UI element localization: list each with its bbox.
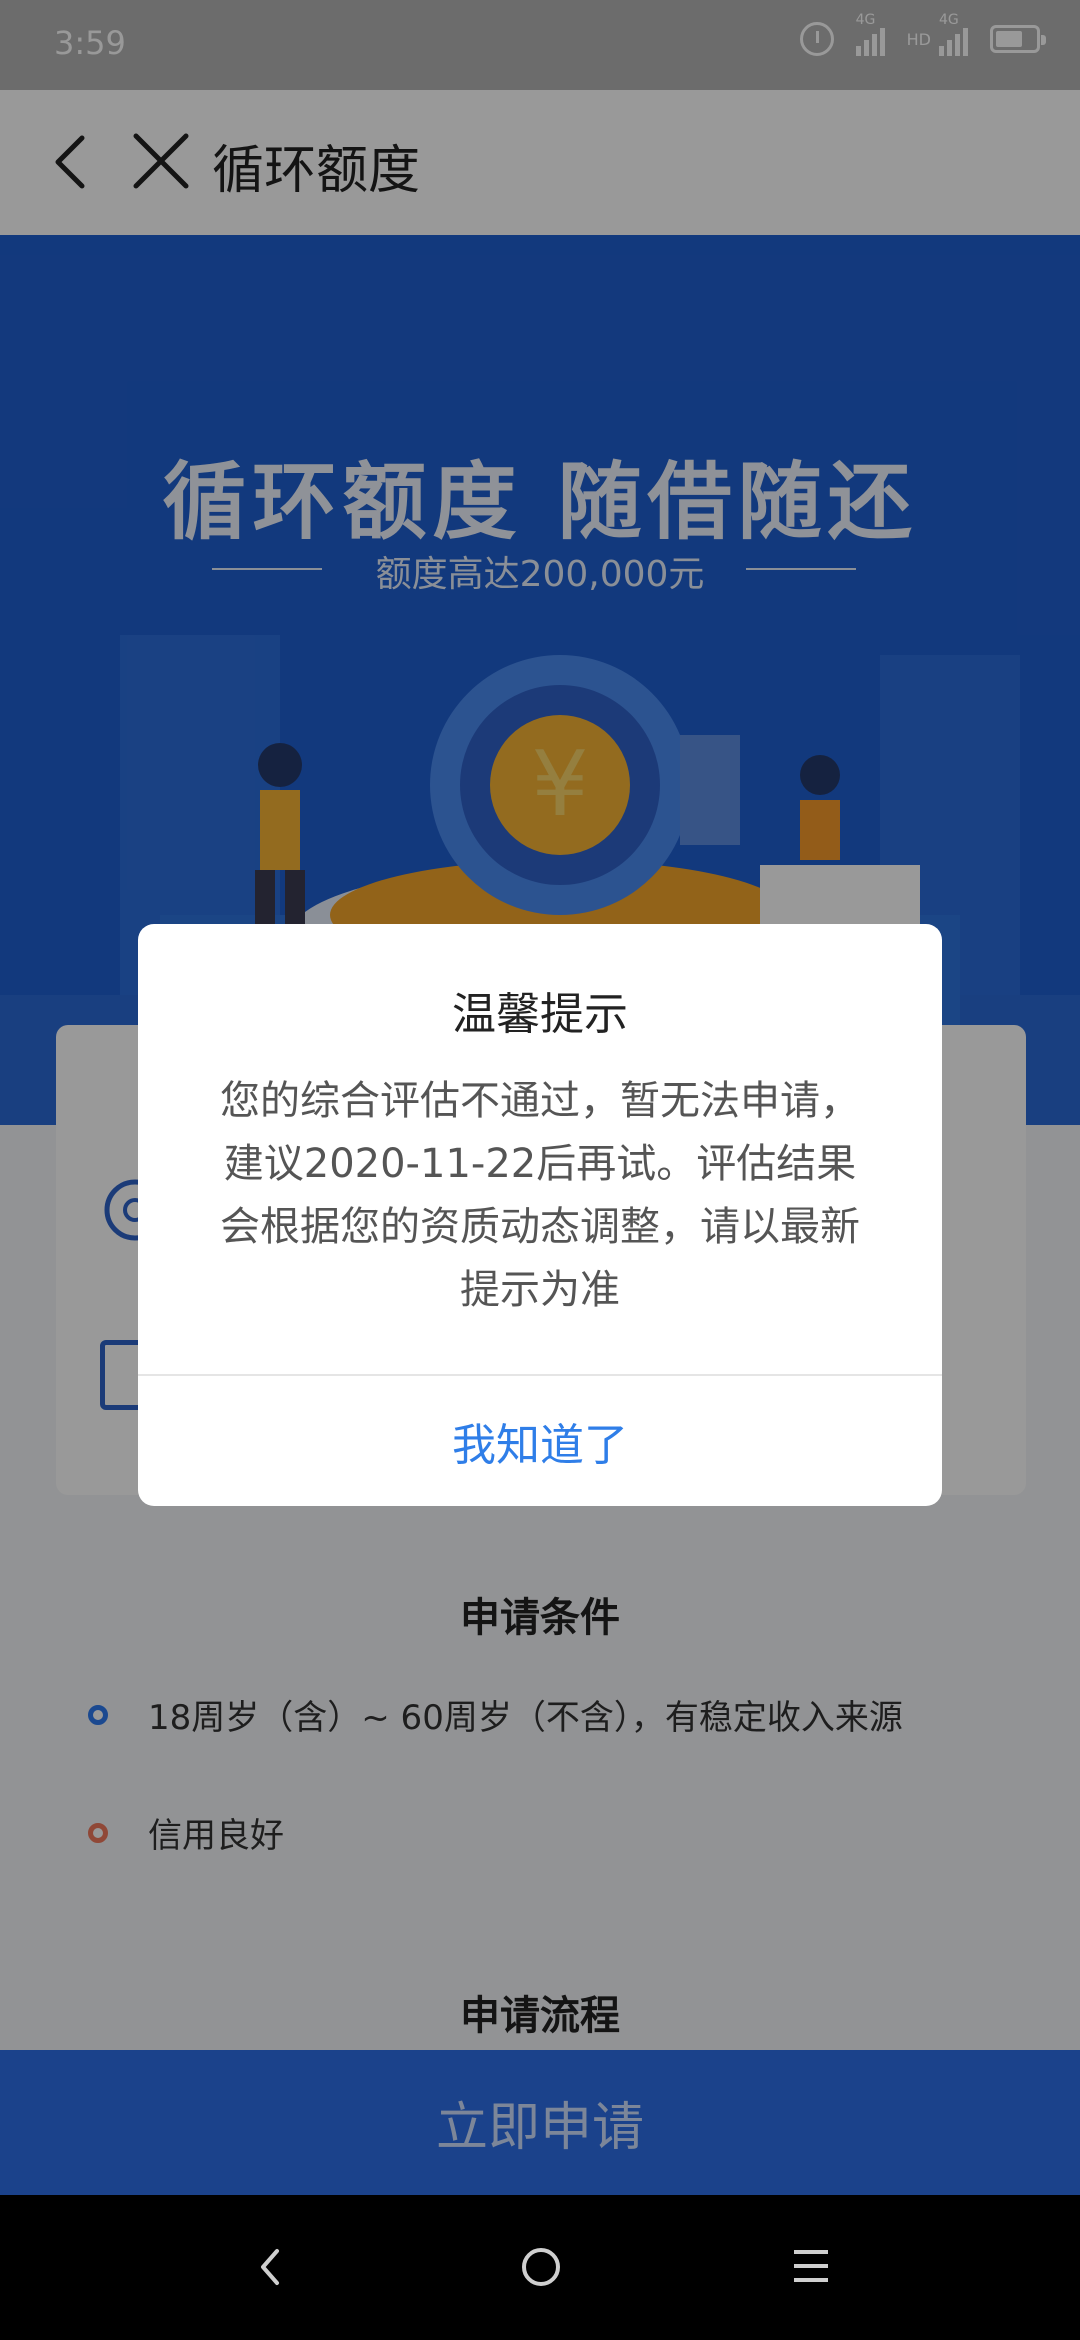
nav-home-icon[interactable] bbox=[522, 2248, 560, 2286]
nav-menu-icon[interactable] bbox=[794, 2250, 828, 2284]
dialog-message: 您的综合评估不通过，暂无法申请，建议2020-11-22后再试。评估结果会根据您… bbox=[220, 1078, 860, 1313]
dialog-confirm-button[interactable]: 我知道了 bbox=[138, 1376, 942, 1506]
nav-back-icon[interactable] bbox=[255, 2245, 285, 2289]
dialog-title: 温馨提示 bbox=[452, 989, 628, 1040]
system-nav-bar bbox=[0, 2195, 1080, 2340]
alert-dialog: 温馨提示 您的综合评估不通过，暂无法申请，建议2020-11-22后再试。评估结… bbox=[138, 924, 942, 1506]
